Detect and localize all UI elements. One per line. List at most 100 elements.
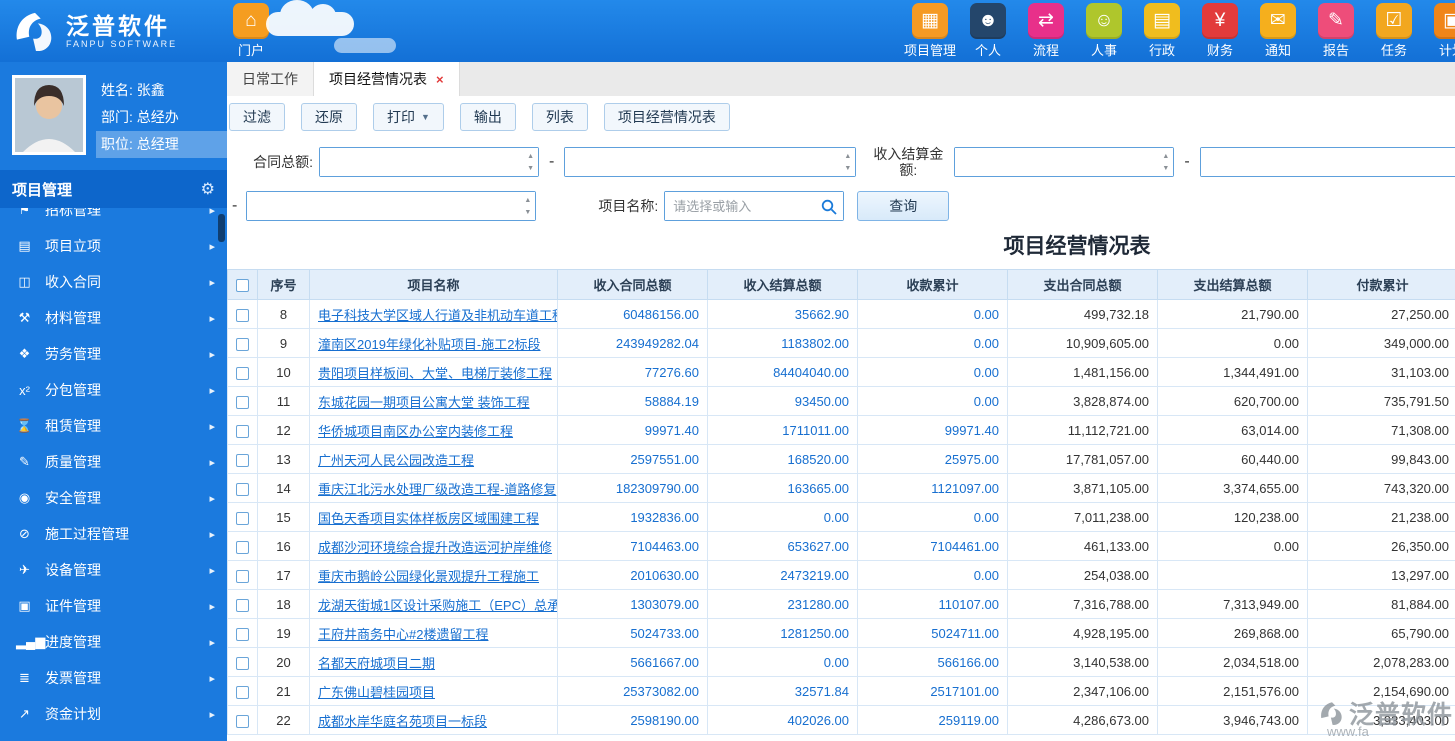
project-name-link[interactable]: 重庆市鹅岭公园绿化景观提升工程施工: [318, 569, 539, 584]
stepper-down-icon[interactable]: ▼: [844, 164, 851, 174]
table-row: 8 电子科技大学区域人行道及非机动车道工程 60486156.00 35662.90 0…: [227, 299, 1455, 329]
project-name-cell: 贵阳项目样板间、大堂、电梯厅装修工程: [309, 357, 558, 387]
select-all-checkbox[interactable]: [236, 279, 249, 293]
row-checkbox[interactable]: [236, 366, 249, 380]
row-checkbox[interactable]: [236, 453, 249, 467]
project-name-link[interactable]: 广州天河人民公园改造工程: [318, 453, 474, 468]
project-name-link[interactable]: 名都天府城项目二期: [318, 656, 435, 671]
row-checkbox[interactable]: [236, 482, 249, 496]
row-checkbox[interactable]: [236, 511, 249, 525]
row-checkbox[interactable]: [236, 540, 249, 554]
stepper-down-icon[interactable]: ▼: [524, 208, 531, 218]
number-stepper[interactable]: ▲ ▼: [524, 196, 531, 218]
nav-workflow[interactable]: ⇄ 流程: [1017, 3, 1075, 59]
project-name-link[interactable]: 国色天香项目实体样板房区域围建工程: [318, 511, 539, 526]
expense-value: 3,140,538.00: [1007, 647, 1158, 677]
close-icon[interactable]: ×: [436, 72, 444, 87]
print-button[interactable]: 打印 ▼: [373, 103, 444, 131]
nav-report[interactable]: ✎ 报告: [1307, 3, 1365, 59]
project-name-link[interactable]: 潼南区2019年绿化补贴项目-施工2标段: [318, 337, 540, 352]
search-icon[interactable]: [821, 199, 837, 215]
sidebar-item-income-contract[interactable]: ◫ 收入合同 ▸: [0, 264, 227, 300]
query-button[interactable]: 查询: [857, 191, 950, 221]
nav-plan[interactable]: ▣ 计划: [1423, 3, 1455, 59]
stepper-up-icon[interactable]: ▲: [527, 152, 534, 162]
tab-project-report[interactable]: 项目经营情况表 ×: [314, 62, 460, 96]
row-checkbox[interactable]: [236, 685, 249, 699]
row-select-cell: [227, 647, 258, 677]
nav-hr[interactable]: ☺ 人事: [1075, 3, 1133, 59]
bidding-icon: ⚑: [18, 208, 31, 217]
table-title-wrap: 项目经营情况表: [227, 235, 1455, 259]
expense-value: 349,000.00: [1307, 328, 1455, 358]
project-name-link[interactable]: 王府井商务中心#2楼遗留工程: [318, 627, 488, 642]
nav-project-management[interactable]: ▦ 项目管理: [901, 3, 959, 59]
project-name-link[interactable]: 成都水岸华庭名苑项目一标段: [318, 714, 487, 729]
column-header: 收入合同总额: [557, 269, 708, 300]
range-separator: -: [232, 197, 238, 214]
sidebar-item-subcontract[interactable]: x² 分包管理 ▸: [0, 372, 227, 408]
report-name-button[interactable]: 项目经营情况表: [603, 103, 730, 131]
nav-finance[interactable]: ¥ 财务: [1191, 3, 1249, 59]
stepper-up-icon[interactable]: ▲: [524, 196, 531, 206]
table-row: 19 王府井商务中心#2楼遗留工程 5024733.00 1281250.00 5024…: [227, 618, 1455, 648]
stepper-down-icon[interactable]: ▼: [527, 164, 534, 174]
row-checkbox[interactable]: [236, 308, 249, 322]
project-name-link[interactable]: 东城花园一期项目公寓大堂 装饰工程: [318, 395, 530, 410]
row-checkbox[interactable]: [236, 656, 249, 670]
nav-task[interactable]: ☑ 任务: [1365, 3, 1423, 59]
sidebar-item-equipment[interactable]: ✈ 设备管理 ▸: [0, 552, 227, 588]
project-name-input[interactable]: [665, 192, 844, 220]
project-name-link[interactable]: 龙湖天街城1区设计采购施工（EPC）总承: [318, 598, 557, 613]
list-button[interactable]: 列表: [531, 103, 588, 131]
gear-icon[interactable]: ⚙: [201, 179, 215, 199]
row-checkbox[interactable]: [236, 395, 249, 409]
stepper-down-icon[interactable]: ▼: [1162, 164, 1169, 174]
sidebar-item-construction-process[interactable]: ⊘ 施工过程管理 ▸: [0, 516, 227, 552]
sidebar-item-quality[interactable]: ✎ 质量管理 ▸: [0, 444, 227, 480]
sidebar-scrollbar-thumb[interactable]: [218, 214, 225, 242]
row-checkbox[interactable]: [236, 714, 249, 728]
sidebar-item-lease[interactable]: ⌛ 租赁管理 ▸: [0, 408, 227, 444]
sidebar-item-project-initiation[interactable]: ▤ 项目立项 ▸: [0, 228, 227, 264]
export-button[interactable]: 输出: [459, 103, 516, 131]
number-stepper[interactable]: ▲ ▼: [844, 152, 851, 174]
sidebar-item-progress[interactable]: ▂▄▆ 进度管理 ▸: [0, 624, 227, 660]
income-value: 0.00: [857, 502, 1008, 532]
sidebar-item-bidding[interactable]: ⚑ 招标管理 ▸: [0, 208, 227, 228]
sidebar-item-invoice[interactable]: ≣ 发票管理 ▸: [0, 660, 227, 696]
project-name-link[interactable]: 电子科技大学区域人行道及非机动车道工程: [318, 308, 557, 323]
row-checkbox[interactable]: [236, 598, 249, 612]
stepper-up-icon[interactable]: ▲: [844, 152, 851, 162]
restore-button[interactable]: 还原: [301, 103, 357, 131]
project-name-link[interactable]: 华侨城项目南区办公室内装修工程: [318, 424, 513, 439]
filter-button[interactable]: 过滤: [229, 103, 285, 131]
project-name-link[interactable]: 成都沙河环境综合提升改造运河护岸维修: [318, 540, 552, 555]
income-settlement-min-input[interactable]: [955, 148, 1174, 176]
nav-personal[interactable]: ☻ 个人: [959, 3, 1017, 59]
nav-notification[interactable]: ✉ 通知: [1249, 3, 1307, 59]
project-name-link[interactable]: 贵阳项目样板间、大堂、电梯厅装修工程: [318, 366, 552, 381]
row-checkbox[interactable]: [236, 569, 249, 583]
tab-daily-work[interactable]: 日常工作: [227, 62, 314, 96]
row-checkbox[interactable]: [236, 337, 249, 351]
sidebar-item-material[interactable]: ⚒ 材料管理 ▸: [0, 300, 227, 336]
sidebar-item-certificate[interactable]: ▣ 证件管理 ▸: [0, 588, 227, 624]
contract-total-min-input[interactable]: [320, 148, 538, 176]
contract-total-max-input[interactable]: [565, 148, 856, 176]
sidebar-item-labor[interactable]: ❖ 劳务管理 ▸: [0, 336, 227, 372]
sidebar-section-project-management[interactable]: 项目管理 ⚙: [0, 170, 227, 208]
stepper-up-icon[interactable]: ▲: [1162, 152, 1169, 162]
project-name-link[interactable]: 重庆江北污水处理厂级改造工程-道路修复: [318, 482, 556, 497]
income-settlement-max-input[interactable]: [1200, 148, 1455, 176]
sidebar-item-cost[interactable]: ▦成本管理▸: [0, 732, 227, 741]
range-max-input[interactable]: [247, 192, 536, 220]
number-stepper[interactable]: ▲ ▼: [527, 152, 534, 174]
sidebar-item-safety[interactable]: ◉ 安全管理 ▸: [0, 480, 227, 516]
sidebar-item-fund-plan[interactable]: ↗ 资金计划 ▸: [0, 696, 227, 732]
row-checkbox[interactable]: [236, 424, 249, 438]
number-stepper[interactable]: ▲ ▼: [1162, 152, 1169, 174]
row-checkbox[interactable]: [236, 627, 249, 641]
project-name-link[interactable]: 广东佛山碧桂园项目: [318, 685, 435, 700]
nav-administration[interactable]: ▤ 行政: [1133, 3, 1191, 59]
